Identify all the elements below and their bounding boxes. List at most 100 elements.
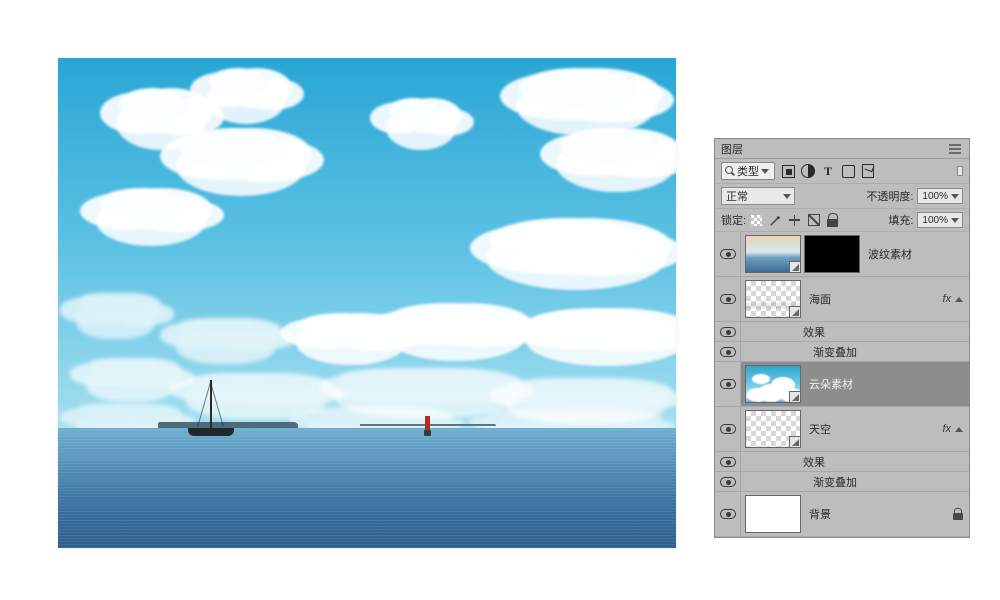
layer-row[interactable]: 天空 fx <box>715 407 969 452</box>
smart-object-badge-icon <box>789 391 801 403</box>
filter-toggle-switch[interactable] <box>957 166 963 176</box>
layers-list: 波纹素材 海面 fx 效果 渐变叠加 <box>715 232 969 537</box>
chevron-down-icon <box>951 218 959 223</box>
smart-object-filter-icon[interactable] <box>861 164 875 178</box>
cloud-shape <box>188 373 308 391</box>
cloud-shape <box>488 408 638 420</box>
cloud-shape <box>308 406 428 418</box>
visibility-eye-icon[interactable] <box>720 477 736 487</box>
lock-artboard-icon[interactable] <box>807 214 820 227</box>
smart-object-badge-icon <box>789 436 801 448</box>
effect-name: 渐变叠加 <box>813 474 857 490</box>
fill-field[interactable]: 100% <box>917 212 963 228</box>
cloud-shape <box>558 128 658 164</box>
layer-row[interactable]: 背景 <box>715 492 969 537</box>
visibility-eye-icon[interactable] <box>720 457 736 467</box>
fx-badge[interactable]: fx <box>942 293 951 305</box>
opacity-field[interactable]: 100% <box>917 188 963 204</box>
cloud-shape <box>88 358 158 374</box>
chevron-up-icon[interactable] <box>955 297 963 302</box>
layer-row[interactable]: 海面 fx <box>715 277 969 322</box>
cloud-shape <box>518 68 638 108</box>
layer-thumbnail[interactable] <box>745 495 801 533</box>
shape-layer-filter-icon[interactable] <box>841 164 855 178</box>
cloud-shape <box>78 293 138 311</box>
blend-mode-dropdown[interactable]: 正常 <box>721 187 795 205</box>
cloud-shape <box>178 318 258 336</box>
visibility-eye-icon[interactable] <box>720 249 736 259</box>
blend-opacity-row: 正常 不透明度: 100% <box>715 184 969 209</box>
buoy-marker <box>425 416 430 430</box>
filter-type-dropdown[interactable]: 类型 <box>721 162 775 180</box>
layer-thumbnail[interactable] <box>745 410 801 448</box>
effect-name: 渐变叠加 <box>813 344 857 360</box>
cloud-shape <box>118 88 188 122</box>
cloud-shape <box>528 308 668 338</box>
visibility-eye-icon[interactable] <box>720 509 736 519</box>
chevron-down-icon <box>761 169 769 174</box>
cloud-shape <box>388 303 508 333</box>
visibility-eye-icon[interactable] <box>720 327 736 337</box>
smart-object-badge-icon <box>789 261 801 273</box>
lock-pixels-icon[interactable] <box>769 214 782 227</box>
lock-position-icon[interactable] <box>788 214 801 227</box>
layer-effect-item[interactable]: 渐变叠加 <box>715 342 969 362</box>
lock-all-icon[interactable] <box>826 214 839 227</box>
cloud-shape <box>508 378 648 396</box>
type-layer-filter-icon[interactable]: T <box>821 164 835 178</box>
visibility-eye-icon[interactable] <box>720 379 736 389</box>
layer-effects-row[interactable]: 效果 <box>715 452 969 472</box>
fill-label: 填充: <box>888 212 913 228</box>
blend-mode-value: 正常 <box>726 188 748 204</box>
lock-label: 锁定: <box>721 212 746 228</box>
effects-label: 效果 <box>803 324 825 340</box>
cloud-shape <box>338 368 498 390</box>
cloud-shape <box>78 403 158 415</box>
cloud-shape <box>208 68 268 96</box>
layer-thumbnail[interactable] <box>745 280 801 318</box>
visibility-eye-icon[interactable] <box>720 424 736 434</box>
layer-name[interactable]: 背景 <box>805 506 953 522</box>
visibility-eye-icon[interactable] <box>720 347 736 357</box>
visibility-eye-icon[interactable] <box>720 294 736 304</box>
adjustment-layer-filter-icon[interactable] <box>801 164 815 178</box>
cloud-shape <box>488 218 648 262</box>
cloud-shape <box>298 313 388 337</box>
chevron-down-icon <box>783 194 791 199</box>
locked-layer-icon <box>953 508 963 520</box>
cloud-shape <box>388 98 438 122</box>
chevron-down-icon <box>951 194 959 199</box>
layer-name[interactable]: 波纹素材 <box>864 246 969 262</box>
layer-thumbnail[interactable] <box>745 235 801 273</box>
sea <box>58 428 676 548</box>
cloud-shape <box>178 128 288 168</box>
panel-header: 图层 <box>715 139 969 159</box>
search-icon <box>725 166 735 176</box>
fx-badge[interactable]: fx <box>942 423 951 435</box>
fill-value: 100% <box>922 215 948 226</box>
chevron-up-icon[interactable] <box>955 427 963 432</box>
pixel-layer-filter-icon[interactable] <box>781 164 795 178</box>
layer-name[interactable]: 天空 <box>805 421 933 437</box>
canvas-preview <box>58 58 676 548</box>
layer-name[interactable]: 云朵素材 <box>805 376 969 392</box>
layer-name[interactable]: 海面 <box>805 291 933 307</box>
opacity-label: 不透明度: <box>866 188 913 204</box>
panel-title: 图层 <box>721 141 947 157</box>
effects-label: 效果 <box>803 454 825 470</box>
layer-thumbnail[interactable] <box>745 365 801 403</box>
layer-row[interactable]: 波纹素材 <box>715 232 969 277</box>
layers-panel: 图层 类型 T 正常 不透明度: 100% <box>714 138 970 538</box>
boat <box>188 428 234 436</box>
layer-effect-item[interactable]: 渐变叠加 <box>715 472 969 492</box>
layer-effects-row[interactable]: 效果 <box>715 322 969 342</box>
lock-fill-row: 锁定: 填充: 100% <box>715 209 969 232</box>
cloud-shape <box>98 188 188 218</box>
panel-menu-icon[interactable] <box>947 143 963 155</box>
filter-type-label: 类型 <box>737 163 759 179</box>
layer-mask-thumbnail[interactable] <box>804 235 860 273</box>
smart-object-badge-icon <box>789 306 801 318</box>
layer-row[interactable]: 云朵素材 <box>715 362 969 407</box>
opacity-value: 100% <box>922 191 948 202</box>
lock-transparency-icon[interactable] <box>750 214 763 227</box>
